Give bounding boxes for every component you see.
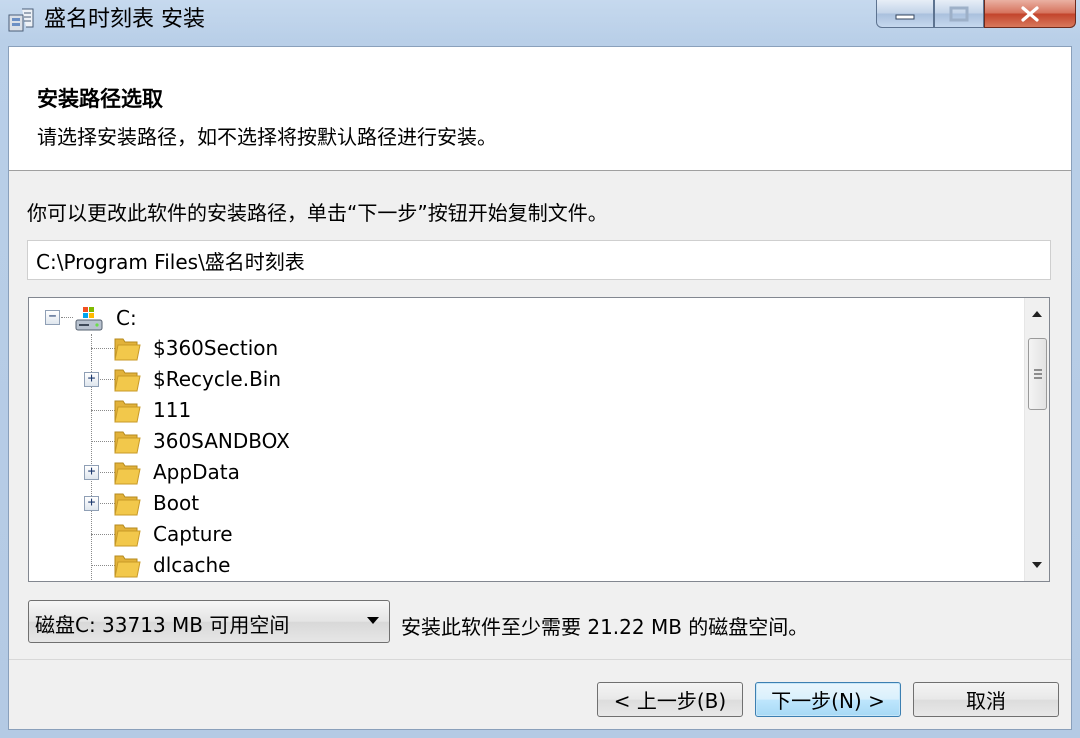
arrow-down-icon <box>1032 562 1042 568</box>
expand-icon[interactable]: + <box>84 496 99 511</box>
scroll-thumb[interactable] <box>1028 338 1047 410</box>
tree-node-label: Boot <box>153 491 200 515</box>
tree-node-folder[interactable]: + $Recycle.Bin <box>29 364 1019 395</box>
tree-node-folder[interactable]: 111 <box>29 395 1019 426</box>
disk-select[interactable]: 磁盘C: 33713 MB 可用空间 <box>28 600 390 643</box>
installer-icon <box>8 8 34 32</box>
folder-icon <box>114 555 141 578</box>
folder-icon <box>114 369 141 392</box>
tree-scrollbar[interactable] <box>1024 298 1049 581</box>
tree-node-folder[interactable]: dlcache <box>29 550 1019 581</box>
scroll-down-button[interactable] <box>1025 553 1049 577</box>
page-title: 安装路径选取 <box>37 87 163 111</box>
chevron-down-icon <box>367 617 379 624</box>
tree-node-folder[interactable]: + AppData <box>29 457 1019 488</box>
page-subtitle: 请选择安装路径，如不选择将按默认路径进行安装。 <box>37 125 497 149</box>
tree-node-folder[interactable]: Capture <box>29 519 1019 550</box>
folder-tree[interactable]: − C: $360Section + $Recycle.Bin 111 360SANDB… <box>28 297 1050 582</box>
tree-node-label: 360SANDBOX <box>153 429 290 453</box>
tree-node-label: $360Section <box>153 336 279 360</box>
tree-node-label: $Recycle.Bin <box>153 367 282 391</box>
instruction-text: 你可以更改此软件的安装路径，单击“下一步”按钮开始复制文件。 <box>27 201 608 225</box>
title-bar[interactable]: 盛名时刻表 安装 <box>0 0 1080 46</box>
folder-icon <box>114 462 141 485</box>
tree-connector <box>91 348 115 349</box>
tree-node-folder[interactable]: 360SANDBOX <box>29 426 1019 457</box>
scroll-up-button[interactable] <box>1025 302 1049 326</box>
disk-select-value: 磁盘C: 33713 MB 可用空间 <box>35 613 290 637</box>
maximize-button[interactable] <box>934 0 984 28</box>
folder-tree-content: − C: $360Section + $Recycle.Bin 111 360SANDB… <box>29 298 1024 581</box>
tree-node-folder[interactable]: $360Section <box>29 333 1019 364</box>
header-panel: 安装路径选取 请选择安装路径，如不选择将按默认路径进行安装。 <box>9 47 1071 171</box>
dialog-client: 安装路径选取 请选择安装路径，如不选择将按默认路径进行安装。 你可以更改此软件的… <box>8 46 1072 730</box>
collapse-icon[interactable]: − <box>45 310 60 325</box>
tree-node-label: dlcache <box>153 553 231 577</box>
folder-icon <box>114 524 141 547</box>
arrow-up-icon <box>1032 311 1042 317</box>
minimize-icon <box>895 14 915 19</box>
drive-icon <box>75 307 103 331</box>
tree-node-folder[interactable]: + Boot <box>29 488 1019 519</box>
grip-icon <box>1033 369 1042 379</box>
cancel-button[interactable]: 取消 <box>913 682 1059 717</box>
tree-node-root[interactable]: − C: <box>29 302 1019 333</box>
close-icon <box>1021 5 1039 22</box>
expand-icon[interactable]: + <box>84 372 99 387</box>
maximize-icon <box>949 6 969 21</box>
close-button[interactable] <box>984 0 1076 28</box>
tree-connector <box>91 410 115 411</box>
tree-node-label: C: <box>116 306 137 330</box>
back-button[interactable]: < 上一步(B) <box>597 682 743 717</box>
tree-node-label: 111 <box>153 398 192 422</box>
tree-connector <box>91 565 115 566</box>
window-title: 盛名时刻表 安装 <box>44 7 205 32</box>
window-frame: 盛名时刻表 安装 安装路径选取 请选择安装路径，如不选择将按默认路径进行安装。 … <box>0 0 1080 738</box>
space-required-text: 安装此软件至少需要 21.22 MB 的磁盘空间。 <box>401 615 809 639</box>
folder-icon <box>114 493 141 516</box>
expand-icon[interactable]: + <box>84 465 99 480</box>
install-path-input[interactable] <box>27 240 1051 280</box>
tree-connector <box>91 534 115 535</box>
tree-connector <box>91 441 115 442</box>
folder-icon <box>114 338 141 361</box>
tree-node-label: AppData <box>153 460 240 484</box>
tree-node-label: Capture <box>153 522 233 546</box>
next-button[interactable]: 下一步(N) > <box>755 682 901 717</box>
folder-icon <box>114 400 141 423</box>
minimize-button[interactable] <box>876 0 934 28</box>
folder-icon <box>114 431 141 454</box>
tree-connector <box>61 317 73 318</box>
footer-divider <box>9 659 1071 660</box>
